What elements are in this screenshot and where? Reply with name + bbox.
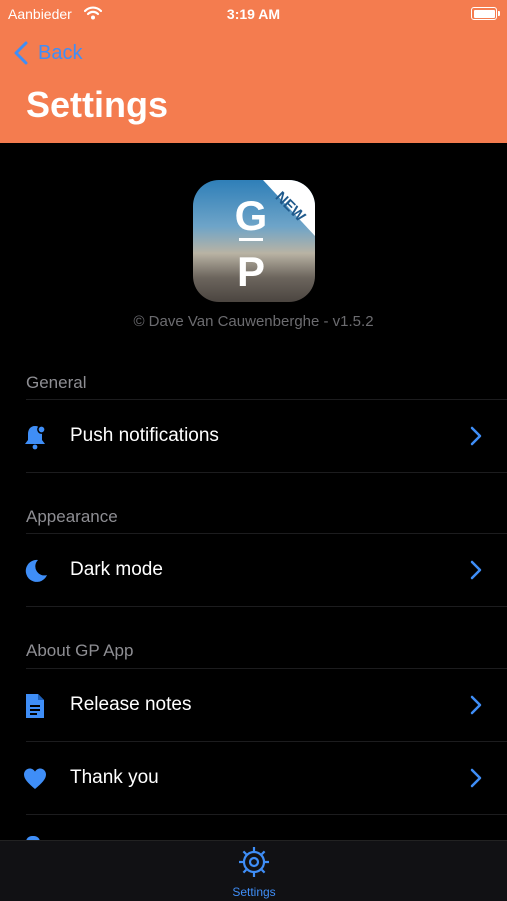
release-notes-row[interactable]: Release notes — [0, 669, 507, 741]
copyright-text: © Dave Van Cauwenberghe - v1.5.2 — [133, 313, 374, 330]
battery-icon — [471, 7, 500, 20]
chevron-left-icon — [14, 41, 28, 65]
moon-icon — [22, 558, 48, 584]
svg-text:G: G — [235, 192, 268, 239]
push-notifications-row[interactable]: Push notifications — [0, 400, 507, 472]
section-header-about: About GP App — [26, 641, 134, 660]
chevron-right-icon — [470, 426, 482, 451]
svg-text:P: P — [237, 248, 265, 295]
tab-bar: Settings — [0, 840, 507, 901]
status-bar: Aanbieder 3:19 AM — [0, 4, 507, 26]
navigation-header: Aanbieder 3:19 AM Back Settings — [0, 0, 507, 143]
bell-icon — [22, 424, 48, 450]
settings-gear-icon — [239, 847, 269, 877]
row-label: Release notes — [70, 694, 192, 715]
heart-icon — [22, 766, 48, 792]
chevron-right-icon — [470, 695, 482, 720]
chevron-right-icon — [470, 768, 482, 793]
thank-you-row[interactable]: Thank you — [0, 742, 507, 814]
section-header-general: General — [26, 373, 87, 392]
tab-label: Settings — [232, 885, 276, 899]
row-label: Push notifications — [70, 425, 219, 446]
page-title: Settings — [26, 84, 169, 125]
chevron-right-icon — [470, 560, 482, 585]
back-label: Back — [38, 41, 83, 64]
row-label: Dark mode — [70, 559, 163, 580]
back-button[interactable]: Back — [14, 38, 82, 68]
status-time: 3:19 AM — [226, 6, 281, 22]
divider — [26, 814, 507, 815]
tab-settings[interactable]: Settings — [215, 845, 293, 899]
dark-mode-row[interactable]: Dark mode — [0, 534, 507, 606]
app-logo: NEW G P — [193, 180, 315, 302]
section-header-appearance: Appearance — [26, 507, 118, 526]
divider — [26, 606, 507, 607]
document-icon — [22, 693, 48, 719]
divider — [26, 472, 507, 473]
row-label: Thank you — [70, 767, 159, 788]
